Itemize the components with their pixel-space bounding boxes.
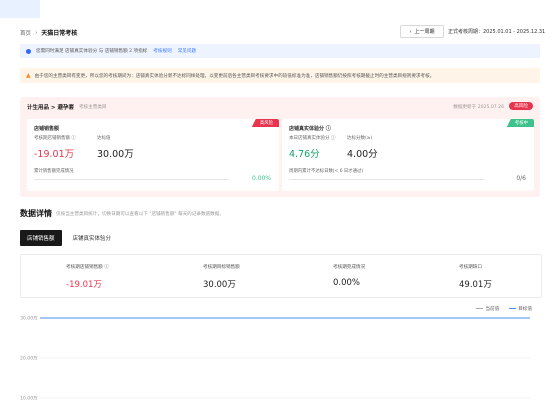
page-title: 天猫日常考核	[41, 30, 78, 37]
experience-progress-value: 0/6	[516, 175, 526, 182]
experience-label: 本日店铺真实体验分 ⓘ	[289, 136, 336, 141]
risk-badge: 高风险	[509, 102, 533, 110]
sales-progress-value: 0.00%	[251, 175, 271, 182]
sales-progress-bar	[34, 179, 229, 180]
rules-link[interactable]: 考核规则	[153, 48, 171, 54]
category-card: 计生用品 > 避孕套 考核主营类目 数据更新于 2025.07.26 高风险 店…	[20, 97, 540, 197]
sales-label: 考核期店铺销售额 ⓘ	[34, 136, 76, 141]
experience-title: 店铺真实体验分 ⓘ	[289, 126, 331, 132]
details-tabs: 店铺销售额 店铺真实体验分	[20, 230, 118, 246]
experience-progress-label: 周期内累计不达标日数(< 6 日才通过)	[289, 169, 364, 174]
sales-target-label: 达标值	[97, 136, 111, 141]
details-description: 仅按当主营类目统计，切换日期可以查看以下 "店铺销售额" 每天的记录数值数据。	[56, 212, 224, 217]
warning-text: 由于您的主营类目有变更，所以您的考核期间为：店铺真实体验分新不达标同样处理，以变…	[34, 73, 435, 79]
sales-value: -19.01万	[34, 149, 75, 160]
sales-status-tag: 高风险	[251, 119, 279, 127]
metric-value: 30.00万	[203, 280, 236, 290]
metric-item: 考核期完成情况 0.00%	[333, 264, 365, 288]
sales-title: 店铺销售额	[34, 126, 60, 132]
metric-item: 考核期目标销售额 30.00万	[203, 264, 240, 290]
prev-period-label: 上一周期	[414, 29, 435, 35]
category-sub: 考核主营类目	[78, 105, 107, 110]
chevron-right-icon: ›	[35, 29, 38, 36]
top-nav-tab[interactable]	[0, 0, 40, 18]
trend-chart: 30.00万 20.00万 10.00万	[20, 316, 530, 402]
category-header: 计生用品 > 避孕套 考核主营类目	[27, 103, 107, 111]
category-path: 计生用品 > 避孕套	[27, 105, 74, 111]
tab-sales[interactable]: 店铺销售额	[20, 230, 62, 246]
metric-label: 考核期完成情况	[333, 265, 366, 270]
metric-value: -19.01万	[66, 280, 102, 290]
experience-progress-bar	[289, 179, 484, 180]
assessment-period: 正式考核周期：2025.01.01 - 2025.12.31	[448, 29, 546, 35]
breadcrumb: 首页 › 天猫日常考核	[20, 28, 78, 38]
metric-value: 49.01万	[459, 280, 492, 290]
chevron-left-icon: ‹	[409, 28, 412, 35]
metric-label: 考核期缺口	[459, 265, 482, 270]
y-tick-label: 10.00万	[20, 396, 38, 402]
experience-status-tag: 考核中	[506, 119, 534, 127]
tab-experience[interactable]: 店铺真实体验分	[66, 230, 119, 246]
metric-item: 考核期缺口 49.01万	[459, 264, 492, 290]
breadcrumb-home[interactable]: 首页	[20, 29, 31, 37]
info-banner: 您需同时满足 店铺真实体验分 与 店铺销售额 2 项指标 考核规则 常见问题	[20, 44, 540, 58]
sales-progress-label: 累计销售额完成情况	[34, 169, 74, 174]
faq-link[interactable]: 常见问题	[178, 48, 196, 54]
details-title: 数据详情	[20, 209, 52, 218]
metric-value: 0.00%	[333, 278, 361, 288]
prev-period-button[interactable]: ‹ 上一周期	[400, 25, 444, 38]
experience-target-value: 4.00分	[347, 149, 378, 160]
metric-label: 考核期目标销售额	[203, 265, 240, 270]
warning-icon: ▲	[26, 72, 31, 79]
sales-panel: 店铺销售额 高风险 考核期店铺销售额 ⓘ 达标值 -19.01万 30.00万 …	[27, 119, 279, 191]
experience-value: 4.76分	[289, 149, 320, 160]
info-icon	[26, 48, 31, 54]
metric-label: 考核期店铺销售额 ⓘ	[66, 265, 109, 270]
sales-target-value: 30.00万	[97, 149, 134, 160]
metrics-row: 考核期店铺销售额 ⓘ -19.01万 考核期目标销售额 30.00万 考核期完成…	[20, 254, 542, 298]
update-date: 数据更新于 2025.07.26	[453, 105, 504, 110]
warning-banner: ▲ 由于您的主营类目有变更，所以您的考核期间为：店铺真实体验分新不达标同样处理，…	[20, 68, 540, 83]
y-tick-label: 30.00万	[20, 316, 38, 322]
metric-item: 考核期店铺销售额 ⓘ -19.01万	[66, 264, 109, 290]
info-text: 您需同时满足 店铺真实体验分 与 店铺销售额 2 项指标	[36, 49, 148, 54]
experience-panel: 店铺真实体验分 ⓘ 考核中 本日店铺真实体验分 ⓘ 达标分数(≥) 4.76分 …	[282, 119, 534, 191]
experience-target-label: 达标分数(≥)	[347, 136, 373, 141]
y-tick-label: 20.00万	[20, 356, 38, 362]
